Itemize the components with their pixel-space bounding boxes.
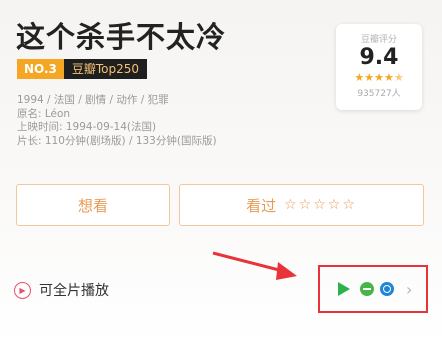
youku-icon[interactable] — [380, 282, 394, 296]
top250-badge[interactable]: 豆瓣Top250 — [63, 59, 148, 79]
tencent-video-icon[interactable] — [338, 282, 350, 296]
arrow-shaft — [212, 251, 284, 273]
star-icon: ★ — [383, 71, 394, 84]
star-icon: ★ — [374, 71, 384, 84]
score-label: 豆瓣评分 — [360, 35, 397, 45]
star-icon: ★ — [354, 71, 365, 84]
meta-runtime: 片长: 110分钟(剧场版) / 133分钟(国际版) — [17, 134, 217, 147]
ranking-tags: NO.3 豆瓣Top250 — [17, 59, 148, 79]
want-to-watch-label: 想看 — [77, 196, 108, 215]
play-full-movie-row[interactable]: ▶ 可全片播放 — [14, 280, 109, 300]
iqiyi-icon[interactable] — [360, 282, 374, 296]
meta-genre-line: 1994 / 法国 / 剧情 / 动作 / 犯罪 — [17, 94, 169, 106]
movie-detail-page: 这个杀手不太冷 NO.3 豆瓣Top250 1994 / 法国 / 剧情 / 动… — [0, 0, 442, 346]
watched-button[interactable]: 看过 ☆☆☆☆☆ — [179, 184, 424, 226]
movie-title: 这个杀手不太冷 — [16, 20, 227, 54]
streaming-platforms[interactable]: › — [318, 265, 428, 313]
movie-meta: 1994 / 法国 / 剧情 / 动作 / 犯罪 原名: Léon 上映时间: … — [17, 94, 217, 148]
watched-label: 看过 — [246, 196, 277, 215]
rate-stars-icon[interactable]: ☆☆☆☆☆ — [284, 197, 357, 213]
meta-release-date: 上映时间: 1994-09-14(法国) — [17, 121, 157, 133]
star-icon: ★ — [364, 71, 375, 84]
chevron-right-icon[interactable]: › — [406, 280, 412, 299]
half-star-icon: ★ — [393, 71, 404, 84]
score-value: 9.4 — [359, 45, 399, 70]
douban-score-card[interactable]: 豆瓣评分 9.4 ★★★★★ 935727人 — [336, 24, 422, 110]
want-to-watch-button[interactable]: 想看 — [16, 184, 170, 226]
play-full-label: 可全片播放 — [39, 283, 109, 299]
meta-original-title: 原名: Léon — [17, 107, 71, 120]
rank-badge: NO.3 — [17, 59, 64, 79]
rating-count: 935727人 — [357, 89, 401, 99]
arrow-head — [276, 262, 297, 280]
play-circle-icon: ▶ — [14, 281, 31, 299]
rating-stars: ★★★★★ — [336, 72, 422, 84]
